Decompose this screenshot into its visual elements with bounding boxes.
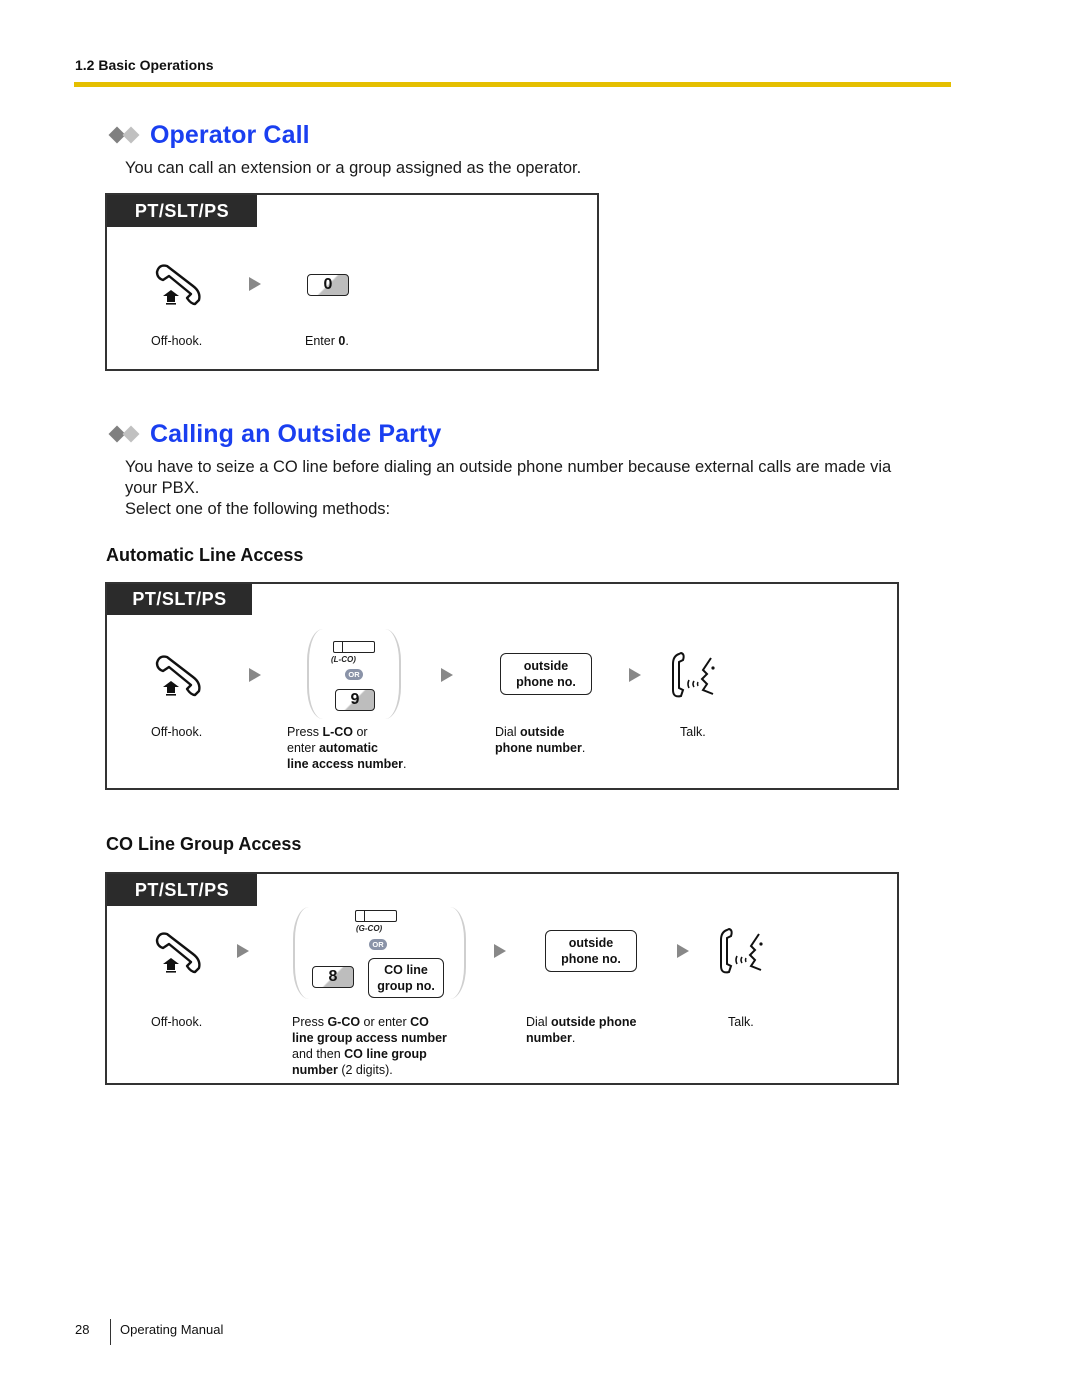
operator-call-heading: Operator Call (108, 121, 310, 150)
operator-call-title: Operator Call (150, 121, 310, 149)
offhook-caption: Off-hook. (151, 725, 203, 739)
key-9-button: 9 (335, 689, 375, 711)
g-co-button-icon (355, 910, 397, 922)
footer-title: Operating Manual (120, 1322, 224, 1337)
header-rule (74, 82, 951, 87)
left-parenthesis (293, 907, 309, 999)
press-gco-caption: Press G-CO or enter CO line group access… (292, 1015, 447, 1077)
key-8-button: 8 (312, 966, 354, 988)
co-line-group-access-subtitle: CO Line Group Access (106, 834, 302, 854)
diamond-bullet-icon (108, 126, 144, 146)
talk-icon (717, 926, 769, 976)
talk-caption: Talk. (728, 1015, 754, 1029)
dial-outside-caption: Dial outside phone number. (495, 725, 586, 755)
enter-0-caption: Enter 0. (305, 334, 349, 348)
or-badge: OR (369, 939, 387, 950)
section-label: 1.2 Basic Operations (75, 57, 214, 73)
key-0-button: 0 (307, 274, 349, 296)
talk-icon (669, 650, 721, 700)
co-line-group-number-box: CO line group no. (368, 958, 444, 998)
next-step-arrow-icon (249, 668, 261, 682)
l-co-label: (L-CO) (331, 655, 356, 664)
l-co-button-icon (333, 641, 375, 653)
dial-outside-caption: Dial outside phone number. (526, 1015, 637, 1045)
footer-divider (110, 1319, 111, 1345)
right-parenthesis (450, 907, 466, 999)
talk-caption: Talk. (680, 725, 706, 739)
off-hook-handset-icon (153, 653, 205, 697)
left-parenthesis (307, 629, 323, 719)
next-step-arrow-icon (441, 668, 453, 682)
automatic-line-access-subtitle: Automatic Line Access (106, 545, 304, 565)
description-line: Select one of the following methods: (125, 500, 391, 518)
calling-outside-heading: Calling an Outside Party (108, 420, 441, 449)
device-tag: PT/SLT/PS (107, 874, 257, 906)
press-lco-caption: Press L-CO or enter automatic line acces… (287, 725, 407, 771)
page-number: 28 (75, 1322, 90, 1337)
device-tag: PT/SLT/PS (107, 195, 257, 227)
description-line: You have to seize a CO line before diali… (125, 458, 892, 476)
description-line: your PBX. (125, 479, 200, 497)
g-co-label: (G-CO) (356, 924, 383, 933)
operator-call-description: You can call an extension or a group ass… (125, 159, 582, 177)
operator-call-procedure-box: PT/SLT/PS 0 Off-hook. Enter 0. (105, 193, 599, 371)
calling-outside-description: You have to seize a CO line before diali… (125, 457, 955, 520)
offhook-caption: Off-hook. (151, 334, 203, 348)
next-step-arrow-icon (494, 944, 506, 958)
next-step-arrow-icon (629, 668, 641, 682)
automatic-line-access-box: PT/SLT/PS (L-CO) OR 9 outside phone no. O… (105, 582, 899, 790)
right-parenthesis (385, 629, 401, 719)
next-step-arrow-icon (249, 277, 261, 291)
off-hook-handset-icon (153, 930, 205, 974)
or-badge: OR (345, 669, 363, 680)
off-hook-handset-icon (153, 262, 205, 306)
diamond-bullet-icon (108, 425, 144, 445)
device-tag: PT/SLT/PS (107, 584, 252, 615)
calling-outside-title: Calling an Outside Party (150, 420, 442, 448)
next-step-arrow-icon (237, 944, 249, 958)
outside-phone-number-box: outside phone no. (500, 653, 592, 695)
co-line-group-access-box: PT/SLT/PS (G-CO) OR 8 CO line group no. o… (105, 872, 899, 1085)
offhook-caption: Off-hook. (151, 1015, 203, 1029)
next-step-arrow-icon (677, 944, 689, 958)
outside-phone-number-box: outside phone no. (545, 930, 637, 972)
